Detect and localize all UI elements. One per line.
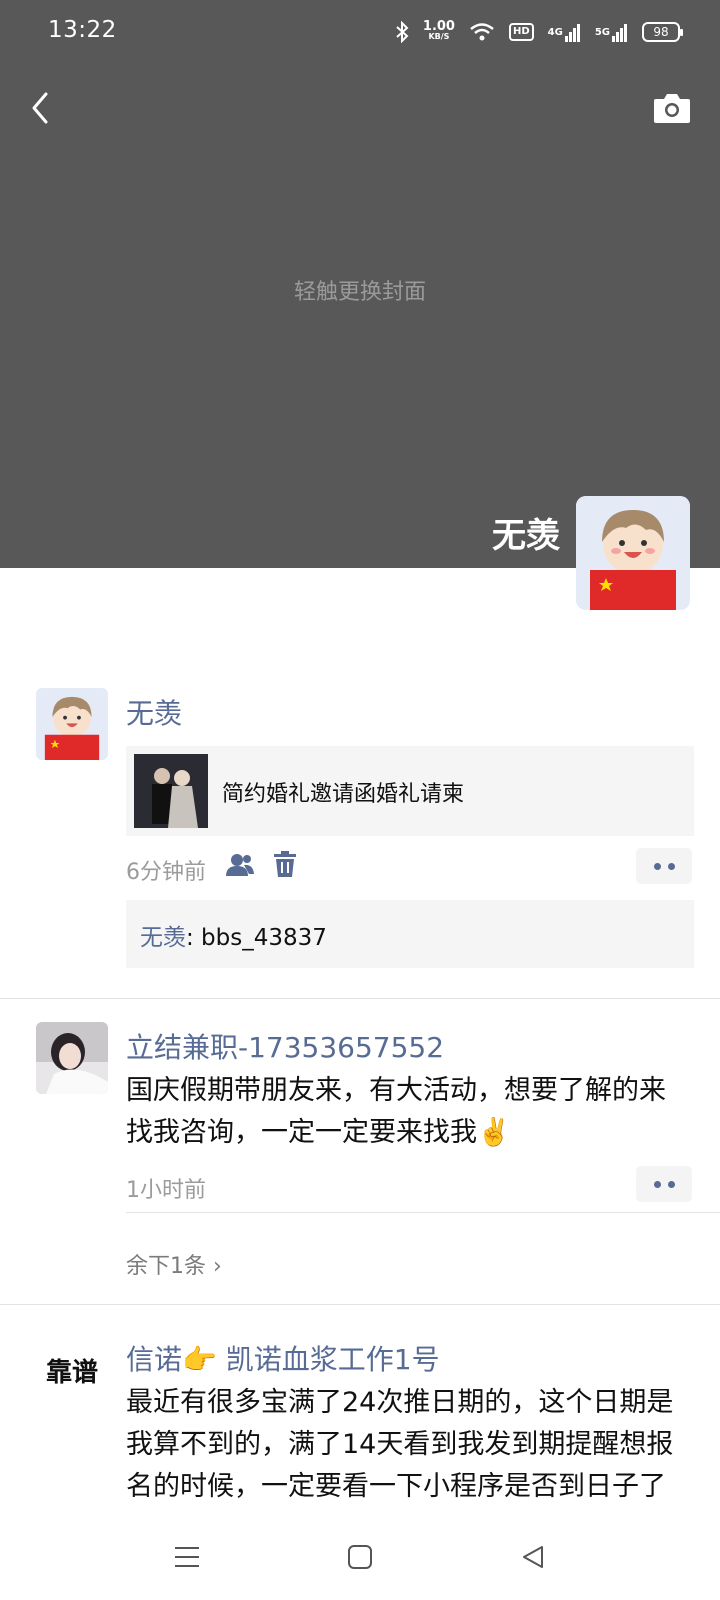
more-options-button[interactable]	[636, 848, 692, 884]
home-button[interactable]	[335, 1532, 385, 1582]
author-name[interactable]: 立结兼职-17353657552	[126, 1026, 444, 1066]
menu-button[interactable]	[162, 1532, 212, 1582]
cover-image[interactable]: 13:22 1.00 KB/S HD 4G 5G 98 轻触更换封面	[0, 0, 720, 568]
link-card[interactable]: 简约婚礼邀请函婚礼请柬	[126, 746, 694, 836]
hd-icon: HD	[508, 23, 534, 41]
link-title: 简约婚礼邀请函婚礼请柬	[222, 782, 465, 807]
divider	[0, 1304, 720, 1305]
camera-button[interactable]	[652, 90, 692, 126]
post-text: 最近有很多宝满了24次推日期的，这个日期是我算不到的，满了14天看到我发到期提醒…	[126, 1387, 674, 1514]
signal-5g-icon: 5G	[595, 22, 628, 42]
comment-author[interactable]: 无羡	[140, 925, 186, 951]
menu-icon	[175, 1547, 199, 1567]
chevron-left-icon	[32, 92, 48, 124]
bluetooth-icon	[395, 21, 409, 43]
link-thumbnail	[134, 754, 208, 828]
show-remaining-link[interactable]: 余下1条 ›	[126, 1248, 222, 1280]
profile-name: 无羡	[492, 516, 560, 556]
status-bar: 13:22 1.00 KB/S HD 4G 5G 98	[0, 0, 720, 62]
wifi-icon	[469, 22, 495, 42]
back-button[interactable]	[22, 88, 62, 128]
avatar[interactable]	[36, 688, 108, 760]
author-name[interactable]: 无羡	[126, 692, 182, 732]
post-time: 1小时前	[126, 1178, 206, 1203]
visibility-icon[interactable]	[226, 852, 254, 882]
post-text: 国庆假期带朋友来，有大活动，想要了解的来找我咨询，一定一定要来找我✌️	[126, 1075, 666, 1148]
status-icons: 1.00 KB/S HD 4G 5G 98	[395, 18, 683, 46]
delete-icon[interactable]	[274, 851, 296, 881]
back-nav-button[interactable]	[508, 1532, 558, 1582]
network-speed: 1.00 KB/S	[422, 19, 455, 41]
divider	[126, 1212, 720, 1213]
triangle-back-icon	[523, 1546, 543, 1568]
change-cover-hint[interactable]: 轻触更换封面	[0, 274, 720, 306]
comment-text: : bbs_43837	[186, 925, 327, 951]
square-icon	[348, 1545, 372, 1569]
divider	[0, 998, 720, 999]
post-time: 6分钟前	[126, 860, 206, 885]
post-text-clip: 最近有很多宝满了24次推日期的，这个日期是我算不到的，满了14天看到我发到期提醒…	[126, 1382, 686, 1514]
avatar[interactable]: 靠谱	[36, 1334, 108, 1406]
comment-item[interactable]: 无羡: bbs_43837	[126, 900, 694, 968]
signal-4g-icon: 4G	[548, 22, 581, 42]
more-options-button[interactable]	[636, 1166, 692, 1202]
author-name[interactable]: 信诺👉 凯诺血浆工作1号	[126, 1338, 440, 1378]
avatar[interactable]	[36, 1022, 108, 1094]
battery-icon: 98	[642, 22, 683, 42]
camera-icon	[654, 94, 690, 123]
system-nav-bar	[0, 1512, 720, 1600]
status-time: 13:22	[48, 17, 117, 43]
profile-avatar[interactable]	[576, 496, 690, 610]
